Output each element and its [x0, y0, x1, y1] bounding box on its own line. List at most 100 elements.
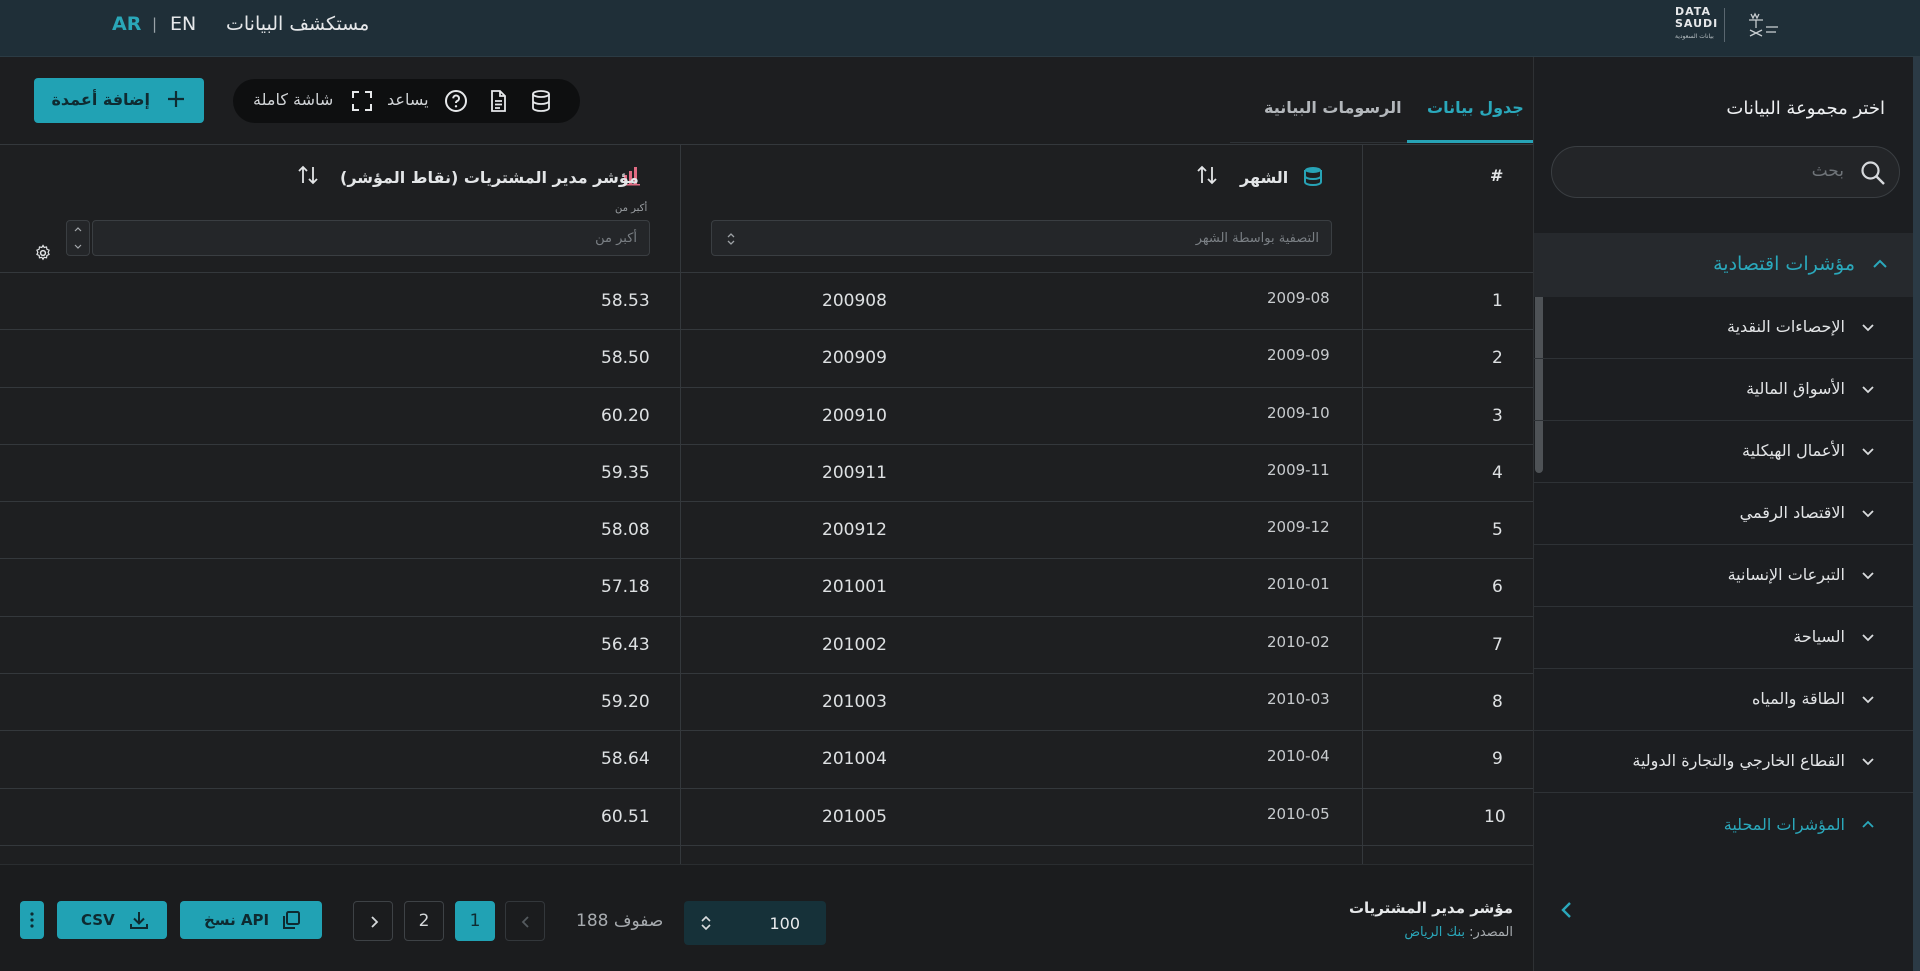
chevron-up-icon: [1873, 259, 1887, 268]
help-label[interactable]: يساعد: [387, 90, 429, 109]
table-row[interactable]: 1 2009-08 200908 58.53: [0, 273, 1533, 331]
select-arrows-icon: [727, 233, 735, 245]
prev-page-button[interactable]: [505, 901, 545, 941]
source-link[interactable]: بنك الرياض: [1404, 925, 1465, 940]
document-icon[interactable]: [486, 89, 510, 113]
lang-separator: |: [152, 15, 158, 33]
sidebar-item-label: الاقتصاد الرقمي: [1739, 503, 1845, 522]
table-body: 1 2009-08 200908 58.53 2 2009-09 200909 …: [0, 273, 1533, 846]
page-2-button[interactable]: 2: [404, 901, 444, 941]
sidebar-item-label: القطاع الخارجي والتجارة الدولية: [1632, 751, 1845, 770]
window-edge: [1913, 57, 1920, 971]
row-index: 6: [1492, 577, 1503, 598]
chevron-down-icon: [1862, 634, 1874, 642]
lang-en-button[interactable]: EN: [170, 13, 196, 35]
next-page-button[interactable]: [353, 901, 393, 941]
app-title: مستكشف البيانات: [226, 13, 370, 35]
row-date: 2010-05: [1267, 804, 1330, 823]
table-row[interactable]: 9 2010-04 201004 58.64: [0, 731, 1533, 789]
number-stepper[interactable]: [66, 220, 90, 256]
row-date: 2010-03: [1267, 690, 1330, 709]
sidebar-category-economic[interactable]: مؤشرات اقتصادية: [1534, 233, 1920, 297]
row-month: 200910: [822, 405, 887, 426]
index-column-header: #: [1490, 166, 1504, 185]
tab-charts[interactable]: الرسومات البيانية: [1264, 98, 1402, 117]
database-icon: [1304, 167, 1322, 187]
chevron-right-icon: [371, 916, 379, 928]
row-date: 2010-02: [1267, 632, 1330, 651]
sidebar-item-label: الإحصاءات النقدية: [1727, 317, 1845, 336]
fullscreen-label[interactable]: شاشة كاملة: [253, 90, 333, 109]
sort-icon[interactable]: [1196, 164, 1218, 186]
category-label: المؤشرات المحلية: [1723, 815, 1845, 834]
tab-data-table[interactable]: جدول بيانات: [1427, 98, 1524, 117]
page-1-button[interactable]: 1: [455, 901, 495, 941]
month-column-header[interactable]: الشهر: [1240, 168, 1288, 187]
table-footer: CSV نسخ API 2 1 188 صفوف 100 مؤشر مدير ا…: [0, 864, 1533, 971]
sidebar-item-energy-water[interactable]: الطاقة والمياه: [1534, 669, 1920, 731]
sidebar-item-monetary-stats[interactable]: الإحصاءات النقدية: [1534, 297, 1920, 359]
copy-icon: [283, 911, 300, 929]
dataset-source: المصدر: بنك الرياض: [1404, 925, 1513, 940]
collapse-sidebar-icon[interactable]: [1556, 899, 1578, 921]
month-filter-placeholder: التصفية بواسطة الشهر: [1195, 231, 1319, 246]
sidebar-item-label: السياحة: [1793, 627, 1845, 646]
pmi-column-header[interactable]: مؤشر مدير المشتريات (نقاط المؤشر): [340, 168, 639, 187]
gear-icon[interactable]: [34, 244, 52, 262]
table-row[interactable]: 2 2009-09 200909 58.50: [0, 330, 1533, 388]
table-row[interactable]: 8 2010-03 201003 59.20: [0, 674, 1533, 732]
sidebar-item-external-trade[interactable]: القطاع الخارجي والتجارة الدولية: [1534, 731, 1920, 793]
row-month: 200909: [822, 348, 887, 369]
page-size-select[interactable]: 100: [684, 901, 826, 945]
data-saudi-logo[interactable]: DATA SAUDI بيانات السعودية: [1675, 6, 1785, 46]
sidebar-item-structural-business[interactable]: الأعمال الهيكلية: [1534, 421, 1920, 483]
sidebar-category-local[interactable]: المؤشرات المحلية: [1534, 793, 1920, 857]
chevron-down-icon[interactable]: [73, 243, 83, 251]
chevron-down-icon: [1862, 572, 1874, 580]
sidebar-item-tourism[interactable]: السياحة: [1534, 607, 1920, 669]
chevron-left-icon: [521, 916, 529, 928]
logo-divider: [1724, 8, 1725, 42]
row-index: 7: [1492, 634, 1503, 655]
more-options-button[interactable]: [20, 901, 44, 939]
row-date: 2009-08: [1267, 289, 1330, 307]
fullscreen-icon[interactable]: [350, 89, 374, 113]
table-row[interactable]: 5 2009-12 200912 58.08: [0, 502, 1533, 560]
page-size-value: 100: [769, 914, 800, 933]
row-value: 58.08: [601, 520, 650, 541]
table-row[interactable]: 3 2009-10 200910 60.20: [0, 388, 1533, 445]
copy-api-button[interactable]: نسخ API: [180, 901, 322, 939]
table-row[interactable]: 10 2010-05 201005 60.51: [0, 789, 1533, 846]
chevron-down-icon: [1862, 758, 1874, 766]
chevron-down-icon: [1862, 696, 1874, 704]
csv-download-button[interactable]: CSV: [57, 901, 167, 939]
search-placeholder: بحث: [1811, 161, 1844, 181]
search-icon[interactable]: [1859, 159, 1887, 187]
copy-api-label: نسخ API: [204, 911, 270, 929]
lang-ar-button[interactable]: AR: [112, 13, 141, 35]
logo-wordmark: DATA SAUDI: [1675, 5, 1719, 30]
rows-count: 188 صفوف: [576, 911, 664, 931]
search-input[interactable]: بحث: [1551, 146, 1900, 198]
row-date: 2010-04: [1267, 747, 1330, 766]
sidebar-item-digital-economy[interactable]: الاقتصاد الرقمي: [1534, 483, 1920, 545]
sidebar-item-financial-markets[interactable]: الأسواق المالية: [1534, 359, 1920, 421]
chevron-up-icon: [1862, 820, 1874, 828]
add-columns-button[interactable]: إضافة أعمدة: [34, 78, 204, 123]
sidebar-item-label: الطاقة والمياه: [1751, 689, 1845, 708]
sidebar-list: مؤشرات اقتصادية الإحصاءات النقدية الأسوا…: [1534, 233, 1920, 857]
data-table: # الشهر التصفية بواسطة الشهر مؤشر مدير ا…: [0, 144, 1533, 864]
sort-icon[interactable]: [297, 164, 319, 186]
row-value: 60.20: [601, 405, 650, 426]
row-month: 201002: [822, 634, 887, 655]
chevron-up-icon[interactable]: [73, 225, 83, 233]
pmi-filter-input[interactable]: أكبر من: [92, 220, 650, 256]
sidebar-item-humanitarian-donations[interactable]: التبرعات الإنسانية: [1534, 545, 1920, 607]
database-icon[interactable]: [529, 89, 553, 113]
help-icon[interactable]: [444, 89, 468, 113]
table-row[interactable]: 4 2009-11 200911 59.35: [0, 445, 1533, 503]
table-row[interactable]: 6 2010-01 201001 57.18: [0, 559, 1533, 617]
month-filter-input[interactable]: التصفية بواسطة الشهر: [711, 220, 1332, 256]
table-header: # الشهر التصفية بواسطة الشهر مؤشر مدير ا…: [0, 145, 1533, 273]
table-row[interactable]: 7 2010-02 201002 56.43: [0, 617, 1533, 675]
